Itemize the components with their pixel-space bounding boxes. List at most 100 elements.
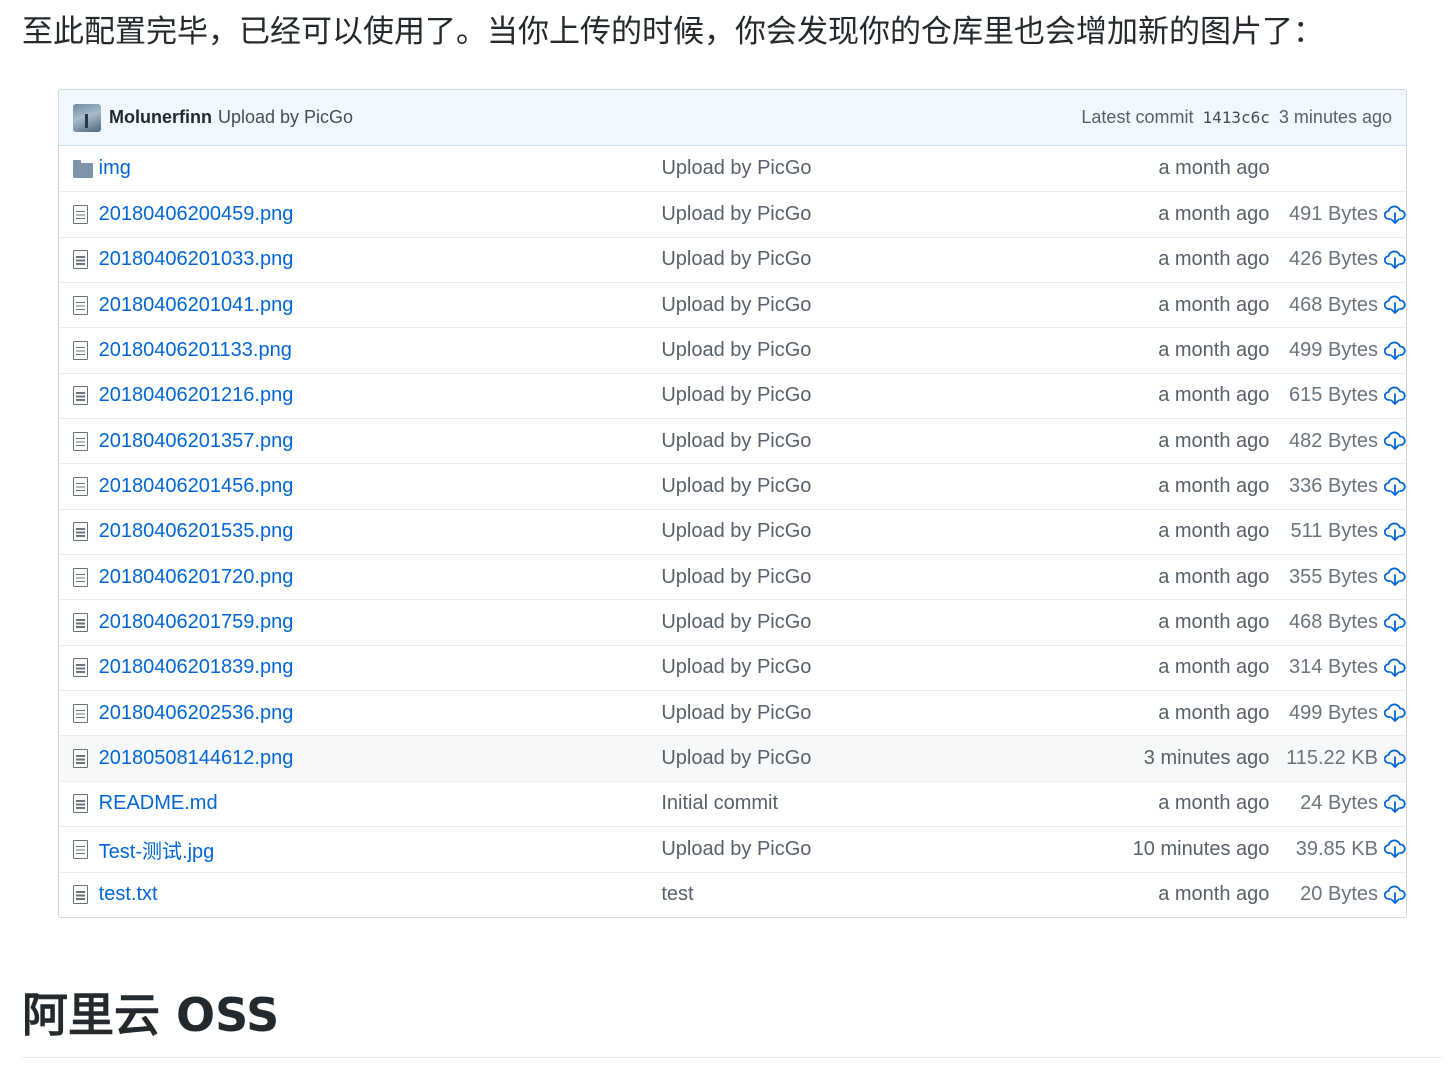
- file-name-link[interactable]: README.md: [99, 792, 662, 815]
- file-commit-message[interactable]: Upload by PicGo: [661, 203, 1076, 226]
- file-row[interactable]: 20180406200459.png Upload by PicGo a month…: [59, 191, 1406, 236]
- file-commit-message[interactable]: Upload by PicGo: [661, 339, 1076, 362]
- file-row[interactable]: README.md Initial commit a month ago 24 Byt…: [59, 780, 1406, 826]
- cloud-download-icon[interactable]: [1384, 477, 1406, 497]
- file-commit-message[interactable]: Upload by PicGo: [661, 475, 1076, 498]
- file-icon: [59, 613, 99, 633]
- cloud-download-icon[interactable]: [1384, 839, 1406, 859]
- file-row[interactable]: 20180508144612.png Upload by PicGo 3 minut…: [59, 735, 1406, 781]
- cloud-download-icon[interactable]: [1384, 341, 1406, 361]
- file-name-link[interactable]: 20180406201759.png: [99, 611, 662, 634]
- file-commit-message[interactable]: Upload by PicGo: [661, 702, 1076, 725]
- file-size: 20 Bytes: [1300, 883, 1378, 906]
- file-row[interactable]: 20180406201357.png Upload by PicGo a month…: [59, 418, 1406, 463]
- file-commit-message[interactable]: Upload by PicGo: [661, 656, 1076, 679]
- file-commit-message[interactable]: Upload by PicGo: [661, 611, 1076, 634]
- file-row[interactable]: 20180406201759.png Upload by PicGo a month…: [59, 599, 1406, 644]
- file-size: 355 Bytes: [1289, 565, 1378, 588]
- file-name-link[interactable]: 20180508144612.png: [99, 747, 662, 770]
- file-row[interactable]: 20180406201033.png Upload by PicGo a month…: [59, 236, 1406, 282]
- cloud-download-icon[interactable]: [1384, 431, 1406, 451]
- file-icon: [59, 205, 99, 225]
- file-size: 511 Bytes: [1290, 520, 1378, 543]
- file-list: img Upload by PicGo a month ago 20180406200…: [59, 146, 1406, 917]
- intro-paragraph: 至此配置完毕，已经可以使用了。当你上传的时候，你会发现你的仓库里也会增加新的图片…: [22, 14, 1324, 50]
- file-row[interactable]: 20180406201535.png Upload by PicGo a month…: [59, 508, 1406, 554]
- commit-author[interactable]: Molunerfinn: [109, 107, 212, 128]
- file-row[interactable]: 20180406201041.png Upload by PicGo a month…: [59, 282, 1406, 327]
- file-icon: [59, 522, 99, 542]
- heading-divider: [22, 1057, 1442, 1058]
- section-heading: 阿里云 OSS: [22, 988, 280, 1042]
- file-icon: [59, 703, 99, 723]
- file-age: a month ago: [1158, 565, 1270, 588]
- file-age: a month ago: [1158, 203, 1270, 226]
- file-name-link[interactable]: 20180406201133.png: [99, 339, 662, 362]
- file-icon: [59, 749, 99, 769]
- file-row[interactable]: 20180406201133.png Upload by PicGo a month…: [59, 327, 1406, 372]
- file-age: a month ago: [1158, 792, 1270, 815]
- commit-message[interactable]: Upload by PicGo: [218, 107, 353, 128]
- file-commit-message[interactable]: Initial commit: [661, 792, 1076, 815]
- cloud-download-icon[interactable]: [1384, 522, 1406, 542]
- commit-bar: Molunerfinn Upload by PicGo Latest commi…: [59, 90, 1406, 146]
- file-name-link[interactable]: img: [99, 157, 662, 180]
- file-name-link[interactable]: 20180406201456.png: [99, 475, 662, 498]
- file-row[interactable]: 20180406201216.png Upload by PicGo a month…: [59, 372, 1406, 418]
- file-size: 482 Bytes: [1289, 429, 1378, 452]
- cloud-download-icon[interactable]: [1384, 749, 1406, 769]
- file-name-link[interactable]: 20180406201720.png: [99, 566, 662, 589]
- file-row[interactable]: img Upload by PicGo a month ago: [59, 146, 1406, 191]
- cloud-download-icon[interactable]: [1384, 613, 1406, 633]
- file-name-link[interactable]: 20180406201216.png: [99, 384, 662, 407]
- file-commit-message[interactable]: Upload by PicGo: [661, 747, 1076, 770]
- cloud-download-icon[interactable]: [1384, 250, 1406, 270]
- file-commit-message[interactable]: Upload by PicGo: [661, 430, 1076, 453]
- file-age: a month ago: [1158, 248, 1270, 271]
- file-age: a month ago: [1158, 656, 1270, 679]
- cloud-download-icon[interactable]: [1384, 703, 1406, 723]
- file-row[interactable]: Test-测试.jpg Upload by PicGo 10 minutes ago…: [59, 826, 1406, 871]
- file-commit-message[interactable]: Upload by PicGo: [661, 520, 1076, 543]
- cloud-download-icon[interactable]: [1384, 794, 1406, 814]
- file-name-link[interactable]: 20180406200459.png: [99, 203, 662, 226]
- file-name-link[interactable]: 20180406201535.png: [99, 520, 662, 543]
- file-age: a month ago: [1158, 883, 1270, 906]
- file-row[interactable]: 20180406201839.png Upload by PicGo a month…: [59, 644, 1406, 690]
- cloud-download-icon[interactable]: [1384, 386, 1406, 406]
- file-name-link[interactable]: 20180406201041.png: [99, 294, 662, 317]
- file-row[interactable]: 20180406201456.png Upload by PicGo a month…: [59, 463, 1406, 508]
- file-row[interactable]: test.txt test a month ago 20 Bytes: [59, 871, 1406, 917]
- cloud-download-icon[interactable]: [1384, 885, 1406, 905]
- cloud-download-icon[interactable]: [1384, 658, 1406, 678]
- file-commit-message[interactable]: Upload by PicGo: [661, 248, 1076, 271]
- file-icon: [59, 658, 99, 678]
- file-row[interactable]: 20180406201720.png Upload by PicGo a month…: [59, 554, 1406, 599]
- avatar[interactable]: [73, 103, 101, 132]
- file-commit-message[interactable]: Upload by PicGo: [661, 566, 1076, 589]
- file-size: 491 Bytes: [1289, 203, 1378, 226]
- folder-icon: [59, 159, 99, 178]
- file-commit-message[interactable]: Upload by PicGo: [661, 384, 1076, 407]
- file-commit-message[interactable]: Upload by PicGo: [661, 157, 1076, 180]
- file-name-link[interactable]: Test-测试.jpg: [99, 835, 662, 864]
- file-size: 24 Bytes: [1300, 792, 1378, 815]
- cloud-download-icon[interactable]: [1384, 295, 1406, 315]
- file-size: 499 Bytes: [1289, 339, 1378, 362]
- file-age: a month ago: [1158, 520, 1270, 543]
- file-commit-message[interactable]: Upload by PicGo: [661, 294, 1076, 317]
- file-row[interactable]: 20180406202536.png Upload by PicGo a month…: [59, 690, 1406, 735]
- file-icon: [59, 386, 99, 406]
- file-name-link[interactable]: test.txt: [99, 883, 662, 906]
- file-size: 499 Bytes: [1289, 701, 1378, 724]
- file-commit-message[interactable]: Upload by PicGo: [661, 838, 1076, 861]
- file-name-link[interactable]: 20180406202536.png: [99, 702, 662, 725]
- cloud-download-icon[interactable]: [1384, 205, 1406, 225]
- file-name-link[interactable]: 20180406201839.png: [99, 656, 662, 679]
- file-icon: [59, 839, 99, 859]
- cloud-download-icon[interactable]: [1384, 567, 1406, 587]
- commit-sha[interactable]: 1413c6c: [1202, 108, 1269, 127]
- file-name-link[interactable]: 20180406201033.png: [99, 248, 662, 271]
- file-name-link[interactable]: 20180406201357.png: [99, 430, 662, 453]
- file-commit-message[interactable]: test: [661, 883, 1076, 906]
